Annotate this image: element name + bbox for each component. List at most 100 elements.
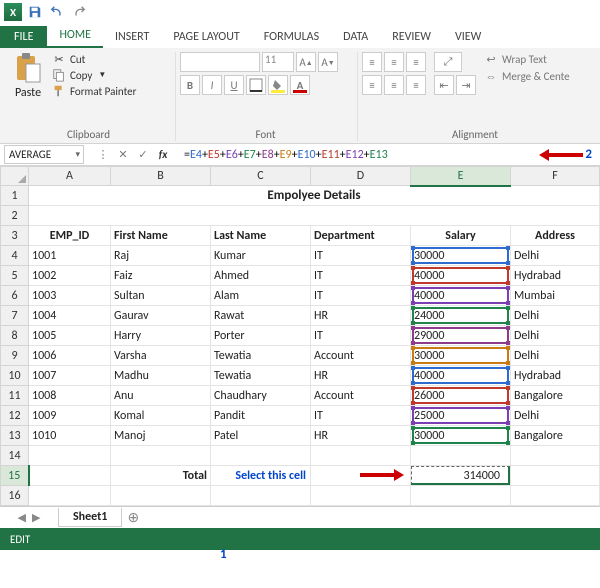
sheet-tab[interactable]: Sheet1 (58, 508, 122, 527)
cell[interactable]: Hydrabad (511, 366, 600, 386)
sheet-nav-next-icon[interactable]: ▶ (32, 511, 40, 524)
cell[interactable]: IT (311, 286, 411, 306)
accept-formula-icon[interactable]: ✓ (134, 148, 152, 161)
fbar-range-icon[interactable]: ⋮ (94, 148, 112, 161)
col-header[interactable]: B (111, 167, 211, 186)
tab-page-layout[interactable]: PAGE LAYOUT (161, 26, 251, 48)
cell[interactable]: Chaudhary (211, 386, 311, 406)
cell[interactable]: 1009 (29, 406, 111, 426)
salary-cell[interactable]: 30000 (411, 346, 511, 366)
bold-button[interactable]: B (180, 75, 200, 95)
redo-icon[interactable] (70, 3, 88, 21)
salary-cell[interactable]: 26000 (411, 386, 511, 406)
undo-icon[interactable] (48, 3, 66, 21)
cell[interactable]: Alam (211, 286, 311, 306)
salary-cell[interactable]: 25000 (411, 406, 511, 426)
fill-color-button[interactable] (268, 75, 288, 95)
cell[interactable]: 1001 (29, 246, 111, 266)
cell[interactable]: Raj (111, 246, 211, 266)
cell[interactable]: Gaurav (111, 306, 211, 326)
border-button[interactable] (246, 75, 266, 95)
header-cell[interactable]: First Name (111, 226, 211, 246)
row-header[interactable]: 14 (1, 446, 29, 466)
row-header[interactable]: 15 (1, 466, 29, 486)
header-cell[interactable]: Department (311, 226, 411, 246)
paste-button[interactable]: Paste (8, 52, 48, 100)
cell[interactable]: Account (311, 346, 411, 366)
font-size-select[interactable]: 11 (262, 52, 294, 72)
cell[interactable]: Delhi (511, 246, 600, 266)
tab-data[interactable]: DATA (331, 26, 380, 48)
row-header[interactable]: 8 (1, 326, 29, 346)
add-sheet-icon[interactable]: ⊕ (122, 509, 144, 526)
fx-icon[interactable]: fx (154, 148, 172, 161)
tab-file[interactable]: FILE (0, 26, 47, 48)
cell[interactable]: Delhi (511, 326, 600, 346)
salary-cell[interactable]: 30000 (411, 426, 511, 446)
cell[interactable]: Sultan (111, 286, 211, 306)
header-cell[interactable]: EMP_ID (29, 226, 111, 246)
row-header[interactable]: 10 (1, 366, 29, 386)
increase-font-icon[interactable]: A▲ (296, 52, 316, 72)
cell[interactable]: Account (311, 386, 411, 406)
salary-cell[interactable]: 29000 (411, 326, 511, 346)
wrap-text-button[interactable]: ↩Wrap Text (484, 52, 570, 66)
cell[interactable]: IT (311, 406, 411, 426)
salary-cell[interactable]: 40000 (411, 286, 511, 306)
align-bottom-icon[interactable]: ≡ (406, 52, 426, 72)
header-cell[interactable]: Address (511, 226, 600, 246)
row-header[interactable]: 7 (1, 306, 29, 326)
cell[interactable]: 1006 (29, 346, 111, 366)
cell[interactable]: IT (311, 326, 411, 346)
row-header[interactable]: 11 (1, 386, 29, 406)
cell[interactable]: Patel (211, 426, 311, 446)
cell[interactable]: Hydrabad (511, 266, 600, 286)
salary-cell[interactable]: 40000 (411, 266, 511, 286)
cell[interactable]: 1010 (29, 426, 111, 446)
cell[interactable]: Bangalore (511, 386, 600, 406)
sheet-nav-prev-icon[interactable]: ◀ (18, 511, 26, 524)
cell[interactable]: Anu (111, 386, 211, 406)
row-header[interactable]: 12 (1, 406, 29, 426)
save-icon[interactable] (26, 3, 44, 21)
formula-bar[interactable]: =E4+E5+E6+E7+E8+E9+E10+E11+E12+E13 (178, 148, 533, 162)
row-header[interactable]: 4 (1, 246, 29, 266)
cell[interactable]: 1005 (29, 326, 111, 346)
col-header[interactable]: D (311, 167, 411, 186)
decrease-font-icon[interactable]: A▼ (318, 52, 338, 72)
row-header[interactable]: 9 (1, 346, 29, 366)
cell[interactable]: 1003 (29, 286, 111, 306)
cell[interactable]: 1002 (29, 266, 111, 286)
row-header[interactable]: 16 (1, 486, 29, 506)
row-header[interactable]: 5 (1, 266, 29, 286)
align-top-icon[interactable]: ≡ (362, 52, 382, 72)
name-box[interactable]: AVERAGE (4, 145, 84, 164)
cell[interactable]: Komal (111, 406, 211, 426)
cell[interactable]: 1008 (29, 386, 111, 406)
cell[interactable]: Mumbai (511, 286, 600, 306)
tab-insert[interactable]: INSERT (103, 26, 161, 48)
select-all-corner[interactable] (1, 167, 29, 186)
cell[interactable]: Tewatia (211, 346, 311, 366)
cell[interactable]: IT (311, 266, 411, 286)
row-header[interactable]: 2 (1, 206, 29, 226)
align-middle-icon[interactable]: ≡ (384, 52, 404, 72)
merge-center-button[interactable]: ⇔Merge & Cente (484, 69, 570, 83)
row-header[interactable]: 13 (1, 426, 29, 446)
cut-button[interactable]: ✂Cut (52, 52, 136, 66)
cell[interactable]: Delhi (511, 306, 600, 326)
tab-review[interactable]: REVIEW (380, 26, 443, 48)
salary-cell[interactable]: 30000 (411, 246, 511, 266)
cell[interactable]: IT (311, 246, 411, 266)
decrease-indent-icon[interactable]: ⇤ (434, 75, 454, 95)
cell[interactable]: 1007 (29, 366, 111, 386)
align-right-icon[interactable]: ≡ (406, 75, 426, 95)
total-cell[interactable]: 314000 (411, 466, 511, 486)
cell[interactable]: Ahmed (211, 266, 311, 286)
tab-formulas[interactable]: FORMULAS (252, 26, 331, 48)
cell[interactable]: Tewatia (211, 366, 311, 386)
cell[interactable]: Delhi (511, 406, 600, 426)
tab-home[interactable]: HOME (47, 24, 103, 48)
increase-indent-icon[interactable]: ⇥ (456, 75, 476, 95)
cell[interactable]: Delhi (511, 346, 600, 366)
